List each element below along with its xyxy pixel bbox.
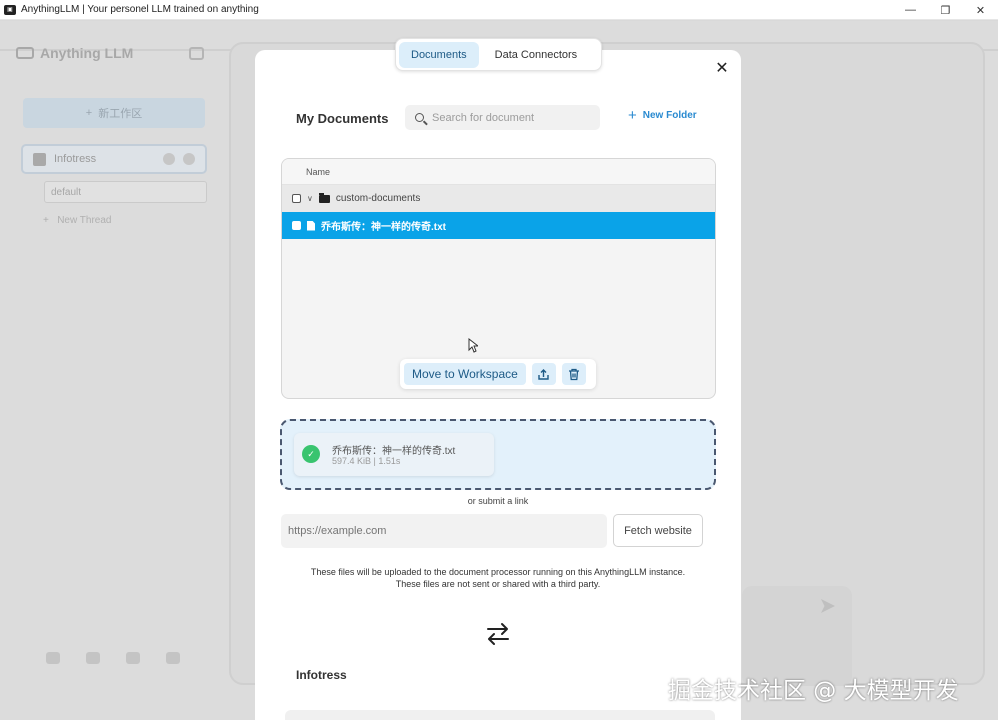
plus-icon: + — [628, 106, 637, 124]
search-icon — [415, 113, 424, 122]
upload-icon[interactable] — [531, 363, 556, 385]
file-checkbox[interactable] — [292, 221, 301, 230]
uploaded-file-name: 乔布斯传：神一样的传奇.txt — [332, 446, 456, 457]
workspace-grid-icon — [33, 152, 46, 166]
wrench-icon[interactable] — [166, 652, 180, 664]
uploaded-file-meta: 597.4 KiB | 1.51s — [332, 456, 401, 466]
check-icon: ✓ — [302, 445, 320, 463]
new-workspace-button[interactable]: + 新工作区 — [23, 98, 205, 128]
docs-icon[interactable] — [86, 652, 100, 664]
column-header-name: Name — [282, 159, 715, 185]
search-input[interactable]: Search for document — [405, 105, 600, 130]
new-folder-label: New Folder — [642, 110, 697, 121]
new-thread-button[interactable]: + New Thread — [43, 215, 111, 226]
folder-name: custom-documents — [335, 193, 421, 204]
tab-documents[interactable]: Documents — [399, 41, 479, 68]
move-to-workspace-button[interactable]: Move to Workspace — [404, 363, 526, 385]
uploaded-file-card: ✓ 乔布斯传：神一样的传奇.txt 597.4 KiB | 1.51s — [294, 433, 494, 476]
folder-row[interactable]: ∨ custom-documents — [282, 185, 715, 212]
close-window-button[interactable]: ✕ — [963, 0, 998, 20]
selection-action-bar: Move to Workspace — [400, 359, 596, 389]
anything-llm-logo-icon: ▣ — [4, 4, 16, 15]
submit-link-prompt: or submit a link — [467, 496, 529, 506]
thread-item[interactable]: default — [44, 181, 207, 203]
folder-icon — [318, 192, 330, 203]
workspace-name: Infotress — [54, 153, 97, 165]
workspace-document-list — [285, 710, 715, 720]
window-titlebar: ▣ AnythingLLM | Your personel LLM traine… — [0, 0, 998, 20]
fetch-website-button[interactable]: Fetch website — [613, 514, 703, 547]
notice-line-1: These files will be uploaded to the docu… — [310, 567, 686, 577]
plus-icon: + — [85, 107, 93, 119]
close-icon[interactable]: ✕ — [715, 61, 729, 77]
watermark: 掘金技术社区 @ 大模型开发 — [668, 678, 959, 704]
privacy-notice: These files will be uploaded to the docu… — [275, 566, 721, 590]
restore-button[interactable]: ❐ — [928, 0, 963, 20]
community-icon[interactable] — [46, 652, 60, 664]
discord-icon[interactable] — [126, 652, 140, 664]
file-icon — [307, 220, 315, 231]
app-logo: Anything LLM — [16, 45, 133, 61]
upload-dropzone[interactable]: ✓ 乔布斯传：神一样的传奇.txt 597.4 KiB | 1.51s — [280, 419, 716, 490]
file-row[interactable]: 乔布斯传：神一样的传奇.txt — [282, 212, 715, 239]
modal-tabs: Documents Data Connectors — [395, 38, 602, 71]
window-controls: — ❐ ✕ — [893, 0, 998, 20]
new-thread-label: New Thread — [57, 215, 112, 226]
file-name: 乔布斯传：神一样的传奇.txt — [321, 222, 446, 233]
new-folder-button[interactable]: + New Folder — [628, 106, 697, 124]
swap-arrows-icon — [484, 620, 512, 648]
tab-data-connectors[interactable]: Data Connectors — [483, 42, 590, 68]
notice-line-2: These files are not sent or shared with … — [395, 579, 601, 589]
workspace-title: Infotress — [296, 668, 347, 682]
document-manager-modal: ✕ My Documents Search for document + New… — [255, 50, 741, 720]
chevron-down-icon[interactable]: ∨ — [307, 194, 313, 203]
mouse-cursor-icon — [468, 338, 478, 353]
trash-icon[interactable] — [561, 363, 586, 385]
minimize-button[interactable]: — — [893, 0, 928, 20]
url-input[interactable] — [281, 514, 607, 548]
sidebar-item-workspace[interactable]: Infotress — [21, 144, 207, 174]
search-placeholder: Search for document — [432, 111, 535, 124]
sidebar-toggle-icon[interactable] — [189, 47, 204, 60]
my-documents-title: My Documents — [296, 111, 389, 126]
upload-icon[interactable] — [163, 153, 175, 165]
new-workspace-label: 新工作区 — [98, 108, 143, 120]
folder-checkbox[interactable] — [292, 194, 301, 203]
gear-icon[interactable] — [183, 153, 195, 165]
logo-mark-icon — [16, 47, 34, 59]
app-logo-text: Anything LLM — [40, 45, 134, 61]
window-title: AnythingLLM | Your personel LLM trained … — [21, 4, 259, 15]
